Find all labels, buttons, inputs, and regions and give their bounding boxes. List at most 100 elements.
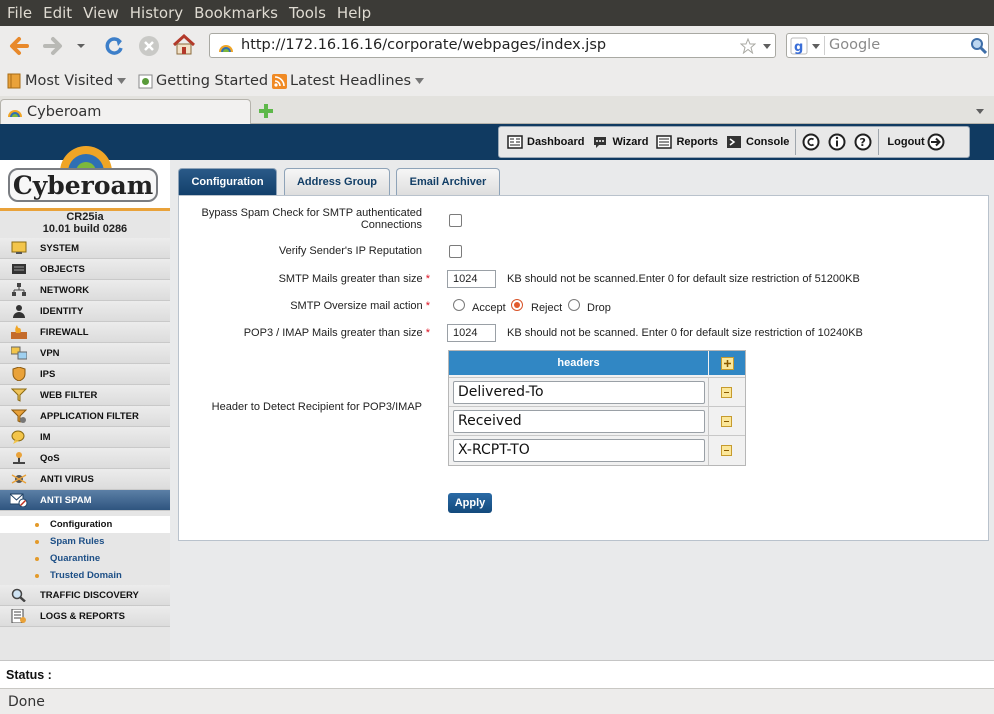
back-button[interactable] — [7, 34, 31, 58]
site-favicon-icon — [219, 45, 233, 52]
remove-header-icon[interactable] — [721, 387, 732, 398]
wizard-icon — [594, 137, 607, 148]
header-input[interactable]: Delivered-To — [453, 381, 705, 404]
rss-feed-icon — [272, 73, 287, 89]
tab-configuration[interactable]: Configuration — [178, 168, 277, 195]
toolbar-separator — [878, 129, 880, 155]
required-marker: * — [425, 300, 430, 312]
logout-button[interactable]: Logout — [887, 133, 948, 151]
sidebar-item-application-filter[interactable]: APPLICATION FILTER — [0, 406, 170, 427]
reload-button[interactable] — [102, 34, 126, 58]
copyright-button[interactable] — [802, 133, 820, 151]
sidebar-item-identity[interactable]: IDENTITY — [0, 301, 170, 322]
sidebar-item-objects[interactable]: OBJECTS — [0, 259, 170, 280]
sidebar-item-traffic-discovery[interactable]: TRAFFIC DISCOVERY — [0, 585, 170, 606]
menu-history[interactable]: History — [130, 4, 183, 22]
bookmark-most-visited[interactable]: Most Visited — [6, 73, 127, 89]
tab-email-archiver[interactable]: Email Archiver — [396, 168, 500, 195]
home-button[interactable] — [172, 33, 196, 57]
chevron-down-icon — [77, 44, 85, 48]
menu-help[interactable]: Help — [337, 4, 371, 22]
pop3-size-input[interactable]: 1024 — [447, 324, 496, 342]
sidebar-item-im[interactable]: IM — [0, 427, 170, 448]
google-engine-icon: g — [790, 37, 808, 55]
smtp-size-input[interactable]: 1024 — [447, 270, 496, 288]
bypass-checkbox[interactable] — [449, 214, 462, 227]
info-icon — [828, 133, 846, 151]
menu-edit[interactable]: Edit — [43, 4, 72, 22]
url-dropdown-icon[interactable] — [762, 43, 772, 50]
console-button[interactable]: Console — [726, 135, 789, 149]
sidebar-item-logs-reports[interactable]: LOGS & REPORTS — [0, 606, 170, 627]
reports-button[interactable]: Reports — [656, 135, 718, 149]
verify-checkbox[interactable] — [449, 245, 462, 258]
pop3-size-label: POP3 / IMAP Mails greater than size * — [243, 327, 430, 339]
app-toolbar: Dashboard Wizard Reports Console ? Logou… — [498, 126, 970, 158]
sidebar-subitem-spam-rules[interactable]: Spam Rules — [0, 533, 170, 550]
cyberoam-logo: Cyberoam — [0, 146, 170, 210]
bookmark-latest-headlines[interactable]: Latest Headlines — [272, 73, 425, 89]
browser-tab-cyberoam[interactable]: Cyberoam — [0, 99, 251, 125]
tab-address-group[interactable]: Address Group — [284, 168, 390, 195]
back-arrow-icon — [10, 37, 29, 55]
add-icon — [720, 356, 734, 370]
dashboard-button[interactable]: Dashboard — [507, 135, 584, 149]
bookmark-getting-started[interactable]: Getting Started — [138, 73, 268, 89]
menu-bookmarks[interactable]: Bookmarks — [194, 4, 278, 22]
oversize-reject-radio[interactable] — [511, 299, 523, 311]
bullet-icon — [35, 556, 39, 561]
logs-icon — [11, 609, 26, 623]
sidebar-item-qos[interactable]: QoS — [0, 448, 170, 469]
search-bar[interactable]: g Google — [786, 33, 989, 58]
sidebar-subitem-quarantine[interactable]: Quarantine — [0, 550, 170, 567]
headers-column-header: headers — [449, 351, 708, 375]
url-bar[interactable]: http://172.16.16.16/corporate/webpages/i… — [209, 33, 776, 58]
sidebar-item-anti-virus[interactable]: ANTI VIRUS — [0, 469, 170, 490]
sidebar-subitem-trusted-domain[interactable]: Trusted Domain — [0, 567, 170, 584]
sidebar-item-system[interactable]: SYSTEM — [0, 238, 170, 259]
table-row: X-RCPT-TO — [449, 435, 745, 465]
sidebar-item-firewall[interactable]: FIREWALL — [0, 322, 170, 343]
table-row: Delivered-To — [449, 377, 745, 407]
remove-header-icon[interactable] — [721, 445, 732, 456]
sidebar-item-anti-spam[interactable]: ANTI SPAM — [0, 490, 170, 511]
filter-icon — [11, 388, 27, 402]
sidebar-item-vpn[interactable]: VPN — [0, 343, 170, 364]
menu-tools[interactable]: Tools — [289, 4, 326, 22]
apply-button[interactable]: Apply — [448, 493, 492, 513]
menu-view[interactable]: View — [83, 4, 119, 22]
sidebar-item-web-filter[interactable]: WEB FILTER — [0, 385, 170, 406]
sidebar-subitem-configuration[interactable]: Configuration — [0, 516, 170, 533]
header-input[interactable]: X-RCPT-TO — [453, 439, 705, 462]
info-button[interactable] — [828, 133, 846, 151]
remove-header-icon[interactable] — [721, 416, 732, 427]
help-button[interactable]: ? — [854, 133, 872, 151]
bookmark-star-icon[interactable] — [740, 38, 756, 54]
stop-button[interactable] — [137, 34, 161, 58]
device-model: CR25ia — [66, 211, 104, 223]
engine-dropdown-icon — [812, 44, 820, 49]
history-dropdown[interactable] — [74, 34, 88, 58]
bullet-icon — [35, 573, 39, 578]
bookmark-folder-icon — [7, 73, 21, 89]
left-navigation: Cyberoam CR25ia 10.01 build 0286 SYSTEM … — [0, 146, 170, 660]
oversize-reject-label: Reject — [531, 302, 563, 314]
add-header-button[interactable] — [709, 351, 745, 375]
wizard-button[interactable]: Wizard — [592, 135, 648, 149]
headers-table: headers Delivered-To Received X-RCPT-TO — [448, 350, 746, 466]
table-row: Received — [449, 406, 745, 436]
smtp-size-hint: KB should not be scanned.Enter 0 for def… — [507, 273, 860, 285]
header-input[interactable]: Received — [453, 410, 705, 433]
monitor-icon — [11, 241, 27, 254]
search-icon[interactable] — [970, 37, 987, 54]
oversize-drop-radio[interactable] — [568, 299, 580, 311]
tab-list-dropdown-icon[interactable] — [975, 108, 985, 115]
reports-icon — [656, 135, 673, 149]
forward-button[interactable] — [41, 34, 65, 58]
menu-file[interactable]: File — [7, 4, 32, 22]
sidebar-item-network[interactable]: NETWORK — [0, 280, 170, 301]
oversize-accept-radio[interactable] — [453, 299, 465, 311]
sidebar-item-ips[interactable]: IPS — [0, 364, 170, 385]
browser-status-bar: Done — [0, 688, 994, 714]
new-tab-plus-icon[interactable] — [258, 103, 274, 119]
